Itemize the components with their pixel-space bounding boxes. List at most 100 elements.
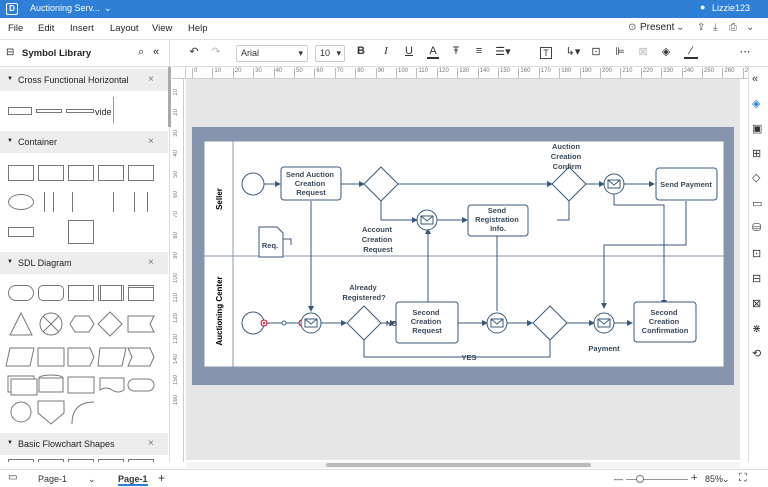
message-event-icon[interactable] bbox=[416, 209, 438, 231]
sidebar-scrollbar[interactable] bbox=[168, 67, 171, 127]
text-box-icon[interactable]: T bbox=[540, 47, 552, 59]
close-icon[interactable]: × bbox=[148, 438, 154, 449]
history-icon[interactable]: ⟲ bbox=[752, 347, 761, 360]
hierarchy-icon[interactable]: ⊟ bbox=[752, 272, 761, 285]
sdl-shapes-row5[interactable] bbox=[0, 397, 168, 427]
container-shape[interactable] bbox=[68, 220, 94, 244]
present-icon[interactable]: ⊙ bbox=[628, 22, 636, 33]
sdl-shapes-row3[interactable] bbox=[0, 342, 168, 372]
chevron-down-icon[interactable]: ⌄ bbox=[722, 474, 730, 485]
page-view-icon[interactable]: ▭ bbox=[8, 472, 17, 483]
font-family-select[interactable]: Arial ▾ bbox=[236, 45, 308, 62]
font-size-select[interactable]: 10 ▾ bbox=[315, 45, 345, 62]
avatar-icon[interactable]: ● bbox=[700, 2, 705, 12]
zoom-level[interactable]: 85% bbox=[705, 474, 723, 484]
presentation-icon[interactable]: ▭ bbox=[752, 197, 762, 210]
present-dropdown-icon[interactable]: ⌄ bbox=[676, 22, 684, 33]
page-select[interactable]: Page-1 bbox=[38, 474, 67, 484]
present-button[interactable]: Present bbox=[640, 22, 674, 33]
close-icon[interactable]: × bbox=[148, 74, 154, 85]
format-fill-icon[interactable]: ◈ bbox=[752, 97, 760, 110]
container-shape[interactable] bbox=[44, 192, 54, 212]
menu-insert[interactable]: Insert bbox=[70, 23, 94, 34]
flowchart-shape[interactable] bbox=[8, 459, 34, 462]
chevron-down-icon[interactable]: ⌄ bbox=[88, 474, 96, 485]
sdl-shape[interactable] bbox=[8, 285, 34, 301]
start-event[interactable] bbox=[241, 172, 265, 196]
container-shape[interactable] bbox=[8, 227, 34, 237]
section-cross-functional-horizontal[interactable]: ▼ Cross Functional Horizontal × bbox=[0, 69, 168, 91]
align-icon[interactable]: ≡ bbox=[473, 45, 485, 61]
canvas[interactable]: Seller Auctioning Center Send Auction Cr… bbox=[186, 79, 740, 460]
database-icon[interactable]: ⛁ bbox=[752, 221, 761, 234]
menu-layout[interactable]: Layout bbox=[110, 23, 139, 34]
more-icon[interactable]: ⋯ bbox=[738, 45, 752, 61]
zoom-in-icon[interactable]: + bbox=[691, 472, 697, 484]
grid-icon[interactable]: ⊞ bbox=[752, 147, 761, 160]
fullscreen-icon[interactable]: ⛶ bbox=[739, 472, 747, 485]
section-basic-flowchart-shapes[interactable]: ▼ Basic Flowchart Shapes × bbox=[0, 433, 168, 455]
section-sdl-diagram[interactable]: ▼ SDL Diagram × bbox=[0, 252, 168, 274]
line-color-icon[interactable]: ∕ bbox=[684, 45, 698, 59]
collapse-panel-icon[interactable]: « bbox=[153, 46, 159, 58]
title-dropdown-icon[interactable]: ⌄ bbox=[104, 3, 112, 14]
container-shape[interactable] bbox=[134, 192, 148, 212]
flowchart-shape[interactable] bbox=[68, 459, 94, 462]
container-shape[interactable] bbox=[104, 192, 114, 212]
italic-icon[interactable]: I bbox=[380, 45, 392, 61]
sdl-shape[interactable] bbox=[38, 285, 64, 301]
redo-icon[interactable]: ↷ bbox=[210, 45, 222, 61]
close-icon[interactable]: × bbox=[148, 257, 154, 268]
underline-icon[interactable]: U bbox=[403, 45, 415, 61]
bold-icon[interactable]: B bbox=[355, 45, 367, 61]
image-icon[interactable]: ▣ bbox=[752, 122, 762, 135]
flowchart-shape[interactable] bbox=[38, 459, 64, 462]
container-shape[interactable] bbox=[98, 165, 124, 181]
fill-icon[interactable]: ◈ bbox=[660, 45, 672, 61]
container-shape[interactable] bbox=[68, 165, 94, 181]
nodes-icon[interactable]: ⋇ bbox=[752, 322, 761, 335]
sdl-shapes-row2[interactable] bbox=[0, 307, 168, 347]
group-icon[interactable]: ⊠ bbox=[637, 45, 649, 61]
sdl-shapes-row4[interactable] bbox=[0, 370, 168, 400]
sdl-shape[interactable] bbox=[68, 285, 94, 301]
share-icon[interactable]: ⇪ bbox=[697, 22, 705, 33]
container-shape[interactable] bbox=[72, 192, 90, 212]
font-color-icon[interactable]: A bbox=[427, 45, 439, 59]
message-event-icon[interactable] bbox=[593, 312, 615, 334]
print-icon[interactable]: ⎙ bbox=[729, 22, 737, 33]
section-container[interactable]: ▼ Container × bbox=[0, 131, 168, 153]
zoom-out-icon[interactable]: — bbox=[614, 474, 623, 484]
crop-icon[interactable]: ⊡ bbox=[590, 45, 602, 61]
cfh-shape-1[interactable] bbox=[8, 107, 32, 115]
container-shape[interactable] bbox=[128, 165, 154, 181]
container-shape[interactable] bbox=[8, 165, 34, 181]
menu-edit[interactable]: Edit bbox=[38, 23, 54, 34]
sdl-shape[interactable] bbox=[98, 285, 124, 301]
message-event-icon[interactable] bbox=[603, 173, 625, 195]
search-icon[interactable]: ⌕ bbox=[138, 46, 144, 59]
table-icon[interactable]: ⊠ bbox=[752, 297, 761, 310]
container-shape[interactable] bbox=[8, 194, 34, 210]
flowchart-shape[interactable] bbox=[98, 459, 124, 462]
collapse-right-icon[interactable]: « bbox=[752, 73, 758, 85]
more-dropdown-icon[interactable]: ⌄ bbox=[746, 22, 754, 33]
flowchart-shape[interactable] bbox=[128, 459, 154, 462]
strikethrough-icon[interactable]: Ŧ bbox=[450, 45, 462, 61]
close-icon[interactable]: × bbox=[148, 136, 154, 147]
align-left-icon[interactable]: ⊫ bbox=[614, 45, 626, 61]
undo-icon[interactable]: ↶ bbox=[188, 45, 200, 61]
scrollbar-thumb[interactable] bbox=[326, 463, 591, 467]
sdl-shape[interactable] bbox=[128, 285, 154, 301]
menu-help[interactable]: Help bbox=[188, 23, 208, 34]
message-event-icon[interactable] bbox=[300, 312, 322, 334]
layers-icon[interactable]: ◇ bbox=[752, 171, 760, 184]
connector-icon[interactable]: ↳▾ bbox=[563, 45, 583, 61]
canvas-horizontal-scrollbar[interactable] bbox=[186, 462, 740, 468]
line-spacing-icon[interactable]: ☰▾ bbox=[493, 45, 513, 61]
export-icon[interactable]: ⊡ bbox=[752, 247, 761, 260]
menu-file[interactable]: File bbox=[8, 23, 23, 34]
message-event-icon[interactable] bbox=[486, 312, 508, 334]
cfh-shape-3[interactable] bbox=[66, 109, 94, 113]
container-shape[interactable] bbox=[38, 165, 64, 181]
